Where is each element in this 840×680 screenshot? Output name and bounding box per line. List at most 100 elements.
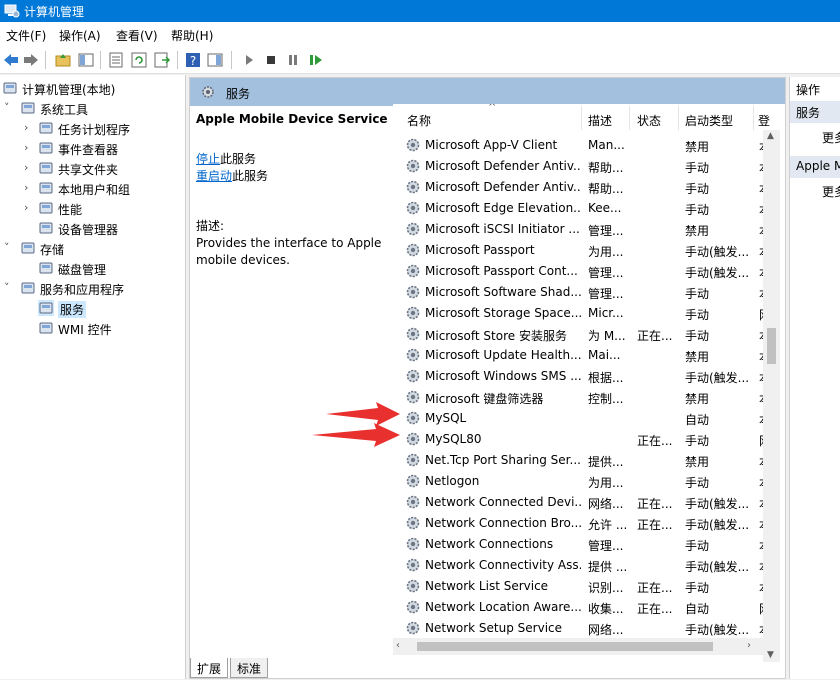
service-name-cell: Netlogon xyxy=(425,474,480,488)
scroll-right-icon[interactable]: › xyxy=(747,640,751,651)
vertical-scroll-thumb[interactable] xyxy=(767,328,776,364)
column-header-name[interactable]: 名称 xyxy=(407,112,431,129)
service-row[interactable]: Microsoft Defender Antiv...帮助...手动本 xyxy=(393,155,771,176)
tab-standard[interactable]: 标准 xyxy=(230,658,269,678)
service-row[interactable]: Microsoft Edge Elevation...Kee...手动本 xyxy=(393,197,771,218)
pause-service-icon[interactable] xyxy=(284,51,302,69)
tree-item-6[interactable]: › 性能 xyxy=(0,198,186,218)
service-row[interactable]: Microsoft Defender Antiv...帮助...手动本 xyxy=(393,176,771,197)
actions-title: 操作 xyxy=(796,83,821,97)
restart-service-link[interactable]: 重启动 xyxy=(196,169,232,183)
restart-service-suffix: 此服务 xyxy=(232,169,269,183)
actions-section-services[interactable]: 服务 xyxy=(790,101,840,123)
menu-action[interactable]: 操作(A) xyxy=(59,27,101,44)
service-row[interactable]: Microsoft Software Shad...管理...手动本 xyxy=(393,281,771,302)
service-row[interactable]: Network Connectivity Ass... 提供 ... 手动(触发..… xyxy=(393,554,771,575)
column-header-logon[interactable]: 登 xyxy=(758,112,770,129)
tree-item-4[interactable]: › 共享文件夹 xyxy=(0,158,186,178)
service-row[interactable]: Microsoft Passport Cont...管理...手动(触发...本 xyxy=(393,260,771,281)
scroll-left-icon[interactable]: ‹ xyxy=(396,640,400,651)
service-row[interactable]: Network List Service识别...正在...手动本 xyxy=(393,575,771,596)
column-header-startup[interactable]: 启动类型 xyxy=(685,112,733,129)
tree-item-1[interactable]: ˅ 系统工具 xyxy=(0,98,186,118)
service-row[interactable]: Microsoft iSCSI Initiator ...管理...禁用本 xyxy=(393,218,771,239)
actions-more-selected[interactable]: 更多 xyxy=(822,183,840,200)
service-row[interactable]: MySQL自动本 xyxy=(393,407,771,428)
properties-icon[interactable] xyxy=(107,51,125,69)
start-service-icon[interactable] xyxy=(240,51,258,69)
tree-item-5[interactable]: › 本地用户和组 xyxy=(0,178,186,198)
tree-item-2[interactable]: › 任务计划程序 xyxy=(0,118,186,138)
scroll-up-icon[interactable]: ▲ xyxy=(767,131,774,141)
service-row[interactable]: Microsoft App-V ClientMan...禁用本 xyxy=(393,134,771,155)
stop-service-link[interactable]: 停止 xyxy=(196,152,220,166)
service-desc-cell: 网络... xyxy=(588,623,624,637)
service-startup-cell: 禁用 xyxy=(685,224,710,238)
tree-item-12[interactable]: WMI 控件 xyxy=(0,318,186,338)
service-row[interactable]: Microsoft Windows SMS ...根据...手动(触发...本 xyxy=(393,365,771,386)
service-gear-icon xyxy=(406,138,420,152)
service-gear-icon xyxy=(406,411,420,425)
service-row[interactable]: Microsoft Storage Space...Micr...手动网 xyxy=(393,302,771,323)
vertical-scrollbar[interactable]: ▲ ▼ xyxy=(763,130,780,662)
service-startup-cell: 手动 xyxy=(685,539,710,553)
refresh-icon[interactable] xyxy=(130,51,148,69)
service-desc-cell: 帮助... xyxy=(588,182,624,196)
expanded-chevron-icon[interactable]: ˅ xyxy=(4,281,10,294)
service-row[interactable]: Network Connection Bro... 允许 ... 正在... 手动(触… xyxy=(393,512,771,533)
menu-view[interactable]: 查看(V) xyxy=(116,27,158,44)
collapsed-chevron-icon[interactable]: › xyxy=(24,181,28,194)
column-header-status[interactable]: 状态 xyxy=(637,112,661,129)
horizontal-scroll-thumb[interactable] xyxy=(417,642,713,651)
menu-help[interactable]: 帮助(H) xyxy=(171,27,213,44)
service-row[interactable]: Microsoft Store 安装服务为 M...正在...手动本 xyxy=(393,323,771,344)
service-row[interactable]: Net.Tcp Port Sharing Ser...提供...禁用本 xyxy=(393,449,771,470)
service-row[interactable]: Microsoft Passport为用...手动(触发...本 xyxy=(393,239,771,260)
service-gear-icon xyxy=(406,516,420,530)
tree-item-11[interactable]: 服务 xyxy=(0,298,186,318)
action-pane-icon[interactable] xyxy=(206,51,224,69)
tree-item-8[interactable]: ˅ 存储 xyxy=(0,238,186,258)
collapsed-chevron-icon[interactable]: › xyxy=(24,141,28,154)
service-row[interactable]: Network Connections管理...手动本 xyxy=(393,533,771,554)
stop-service-icon[interactable] xyxy=(262,51,280,69)
collapsed-chevron-icon[interactable]: › xyxy=(24,161,28,174)
service-row[interactable]: Network Setup Service网络...手动(触发...本 xyxy=(393,617,771,638)
actions-more-services[interactable]: 更多 xyxy=(822,129,840,146)
tab-extended[interactable]: 扩展 xyxy=(190,658,229,678)
tree-item-0[interactable]: 计算机管理(本地) xyxy=(0,78,186,98)
service-startup-cell: 手动 xyxy=(685,476,710,490)
service-name-cell: Microsoft 键盘筛选器 xyxy=(425,392,544,406)
back-arrow-icon[interactable] xyxy=(2,51,20,69)
up-folder-icon[interactable] xyxy=(54,51,72,69)
service-gear-icon xyxy=(406,453,420,467)
expanded-chevron-icon[interactable]: ˅ xyxy=(4,241,10,254)
service-row[interactable]: Network Connected Devi... 网络... 正在... 手动(触发… xyxy=(393,491,771,512)
tree-item-9[interactable]: 磁盘管理 xyxy=(0,258,186,278)
tree-item-10[interactable]: ˅ 服务和应用程序 xyxy=(0,278,186,298)
column-header-desc[interactable]: 描述 xyxy=(588,112,612,129)
service-row[interactable]: Network Location Aware...收集...正在...自动网 xyxy=(393,596,771,617)
service-row[interactable]: Microsoft Update Health...Mai...禁用本 xyxy=(393,344,771,365)
service-desc-cell: 收集... xyxy=(588,602,624,616)
collapsed-chevron-icon[interactable]: › xyxy=(24,121,28,134)
storage-icon xyxy=(21,242,35,254)
menu-file[interactable]: 文件(F) xyxy=(6,27,46,44)
service-name-cell: Microsoft App-V Client xyxy=(425,138,558,152)
tree-item-3[interactable]: › 事件查看器 xyxy=(0,138,186,158)
tree-item-7[interactable]: 设备管理器 xyxy=(0,218,186,238)
collapsed-chevron-icon[interactable]: › xyxy=(24,201,28,214)
expanded-chevron-icon[interactable]: ˅ xyxy=(4,101,10,114)
show-hide-tree-icon[interactable] xyxy=(77,51,95,69)
restart-service-icon[interactable] xyxy=(307,51,325,69)
service-row[interactable]: MySQL80正在...手动网 xyxy=(393,428,771,449)
service-name-cell: Microsoft iSCSI Initiator ... xyxy=(425,222,580,236)
service-row[interactable]: Netlogon为用...手动本 xyxy=(393,470,771,491)
export-list-icon[interactable] xyxy=(153,51,171,69)
horizontal-scrollbar[interactable]: ‹ › xyxy=(393,638,763,655)
service-row[interactable]: Microsoft 键盘筛选器控制...禁用本 xyxy=(393,386,771,407)
help-icon[interactable]: ? xyxy=(184,51,202,69)
forward-arrow-icon[interactable] xyxy=(22,51,40,69)
actions-section-selected[interactable]: Apple Mobile Device Service xyxy=(790,156,840,178)
sort-ascending-icon: ^ xyxy=(488,104,497,113)
